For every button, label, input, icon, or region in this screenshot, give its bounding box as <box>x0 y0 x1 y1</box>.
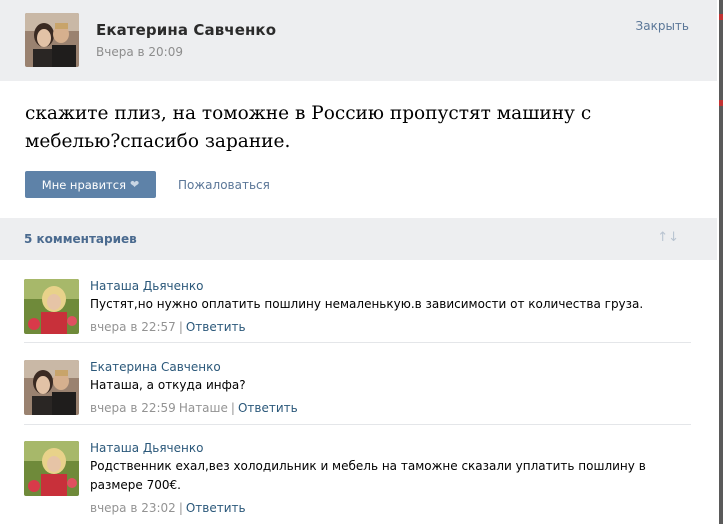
separator: | <box>178 501 183 515</box>
reply-link[interactable]: Ответить <box>186 501 246 515</box>
post-header: Екатерина Савченко Вчера в 20:09 Закрыть <box>0 0 717 81</box>
commenter-avatar[interactable] <box>24 279 79 334</box>
post-text: скажите плиз, на томожне в Россию пропус… <box>25 103 592 152</box>
commenter-avatar[interactable] <box>24 360 79 415</box>
comment-text: Родственник ехал,вез холодильник и мебел… <box>90 459 646 492</box>
comment-meta: вчера в 22:57 | Ответить <box>90 320 246 334</box>
window-edge <box>719 0 723 524</box>
comment-meta: вчера в 23:02 | Ответить <box>90 501 246 515</box>
comment-text: Наташа, а откуда инфа? <box>90 378 246 392</box>
reply-link[interactable]: Ответить <box>238 401 298 415</box>
comment-author[interactable]: Екатерина Савченко <box>90 360 221 374</box>
like-button[interactable]: Мне нравится ❤ <box>25 171 156 198</box>
post-author-name[interactable]: Екатерина Савченко <box>96 21 276 39</box>
reply-to[interactable]: Наташе <box>179 401 228 415</box>
comment-text: Пустят,но нужно оплатить пошлину немален… <box>90 297 644 311</box>
comment-time[interactable]: вчера в 23:02 <box>90 501 176 515</box>
reply-link[interactable]: Ответить <box>186 320 246 334</box>
comment-author[interactable]: Наташа Дьяченко <box>90 441 203 455</box>
comment-time[interactable]: вчера в 22:57 <box>90 320 176 334</box>
report-link[interactable]: Пожаловаться <box>178 178 270 192</box>
post-timestamp[interactable]: Вчера в 20:09 <box>96 45 183 59</box>
comment-time[interactable]: вчера в 22:59 <box>90 401 176 415</box>
comments-count[interactable]: 5 комментариев <box>24 232 137 246</box>
edge-mark <box>719 14 723 20</box>
close-link[interactable]: Закрыть <box>636 19 689 33</box>
comment-divider <box>24 424 691 425</box>
heart-icon: ❤ <box>130 178 140 191</box>
edge-mark <box>719 100 723 106</box>
comments-header: 5 комментариев ↑↓ <box>0 218 717 260</box>
separator: | <box>178 320 183 334</box>
like-button-label: Мне нравится <box>41 177 126 192</box>
sort-arrows-icon[interactable]: ↑↓ <box>657 230 679 245</box>
commenter-avatar[interactable] <box>24 441 79 496</box>
author-avatar[interactable] <box>25 13 79 67</box>
separator: | <box>230 401 235 415</box>
comment-meta: вчера в 22:59 Наташе | Ответить <box>90 401 298 415</box>
comment-divider <box>24 342 691 343</box>
comment-author[interactable]: Наташа Дьяченко <box>90 279 203 293</box>
